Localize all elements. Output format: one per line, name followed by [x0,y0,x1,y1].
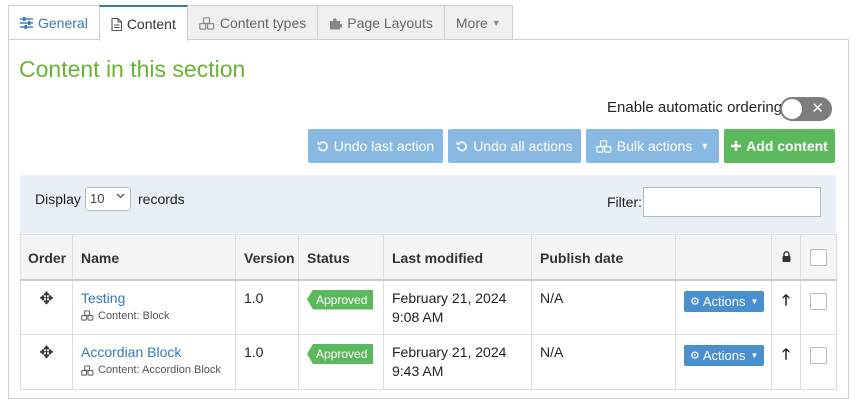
button-label: Undo all actions [473,138,573,154]
content-table: Order Name Version Status Last modified … [20,234,837,390]
gear-icon: ⚙ [690,350,700,362]
tab-bar: General Content Content types Page Layou… [8,5,513,41]
add-content-button[interactable]: Add content [724,129,835,163]
puzzle-icon [329,17,343,30]
caret-down-icon: ▼ [750,296,759,306]
table-row: ✥ Accordian Block Content: Accordion Blo… [20,334,837,390]
column-header-last-modified[interactable]: Last modified [383,234,532,281]
sliders-icon [20,17,33,29]
button-label: Bulk actions [616,138,693,154]
content-type-text: Content: Accordion Block [98,364,221,376]
tab-label: Content types [219,15,307,31]
column-header-select [800,234,837,281]
undo-last-action-button[interactable]: Undo last action [308,129,443,163]
filter-label: Filter: [607,194,642,210]
tab-label: More [455,15,488,31]
publish-date-cell: N/A [531,279,676,335]
ordering-label: Enable automatic ordering [607,99,783,116]
cubes-icon [81,364,94,376]
button-label: Add content [746,138,828,154]
filter-input[interactable] [643,187,821,217]
tab-label: Content [126,16,176,32]
document-icon [111,17,122,31]
button-label: Undo last action [333,138,435,154]
tab-more[interactable]: More ▼ [443,5,513,40]
drag-handle-icon[interactable]: ✥ [29,343,64,363]
display-label: Display [35,191,81,207]
column-header-lock [771,234,801,281]
row-actions-button[interactable]: ⚙ Actions ▼ [684,290,765,312]
undo-all-actions-button[interactable]: Undo all actions [448,129,581,163]
content-type-label: Content: Block [81,310,227,322]
cubes-icon [81,310,94,321]
row-select-checkbox[interactable] [810,347,827,364]
table-row: ✥ Testing Content: Block 1.0 Approved Fe… [20,279,837,335]
records-per-page-select[interactable]: 10 [85,187,131,211]
row-actions-button[interactable]: ⚙ Actions ▼ [684,345,765,366]
modified-date: February 21, 2024 [392,344,507,360]
lock-icon [780,251,792,262]
tab-general[interactable]: General [8,5,100,40]
move-up-arrow-icon[interactable]: 🡑 [772,344,800,369]
bulk-actions-button[interactable]: Bulk actions ▼ [586,129,719,163]
tab-content[interactable]: Content [98,5,188,41]
toggle-knob [782,99,802,119]
column-header-order[interactable]: Order [20,234,73,281]
modified-time: 9:08 AM [392,308,444,325]
publish-date-cell: N/A [531,334,676,390]
column-header-publish-date[interactable]: Publish date [531,234,676,281]
status-badge: Approved [307,289,374,310]
content-name-link[interactable]: Accordian Block [81,344,227,360]
column-header-version[interactable]: Version [235,234,299,281]
tab-label: Page Layouts [347,15,433,31]
cubes-icon [199,16,215,30]
modified-date: February 21, 2024 [392,289,507,306]
button-label: Actions [702,293,746,309]
drag-handle-icon[interactable]: ✥ [29,289,64,309]
content-name-link[interactable]: Testing [81,290,227,306]
select-value: 10 [90,191,105,206]
version-cell: 1.0 [235,279,299,335]
page-title: Content in this section [19,56,246,82]
last-modified-cell: February 21, 2024 9:08 AM [383,279,532,335]
undo-icon [317,140,329,152]
caret-down-icon: ▼ [491,18,501,28]
column-header-actions [675,234,772,281]
tab-page-layouts[interactable]: Page Layouts [317,5,445,40]
last-modified-cell: February 21, 2024 9:43 AM [383,334,532,390]
cubes-icon [595,139,612,153]
content-type-text: Content: Block [98,309,170,322]
close-icon: ✕ [811,100,824,117]
button-label: Actions [702,348,746,363]
status-badge: Approved [307,344,374,364]
tab-label: General [38,15,88,31]
content-type-label: Content: Accordion Block [81,364,227,376]
chevron-down-icon [116,191,125,203]
table-header-row: Order Name Version Status Last modified … [20,234,837,281]
automatic-ordering-toggle[interactable]: ✕ [780,97,832,121]
tab-content-types[interactable]: Content types [186,5,319,40]
column-header-status[interactable]: Status [298,234,384,281]
version-cell: 1.0 [235,334,299,390]
select-all-checkbox[interactable] [810,249,827,266]
column-header-name[interactable]: Name [72,234,236,281]
caret-down-icon: ▼ [700,141,710,151]
plus-icon [731,141,742,151]
undo-icon [456,140,468,152]
caret-down-icon: ▼ [750,351,759,360]
move-up-arrow-icon[interactable]: 🡑 [772,290,800,315]
modified-time: 9:43 AM [392,363,444,379]
records-label: records [138,191,185,207]
row-select-checkbox[interactable] [810,292,827,310]
gear-icon: ⚙ [690,295,700,308]
